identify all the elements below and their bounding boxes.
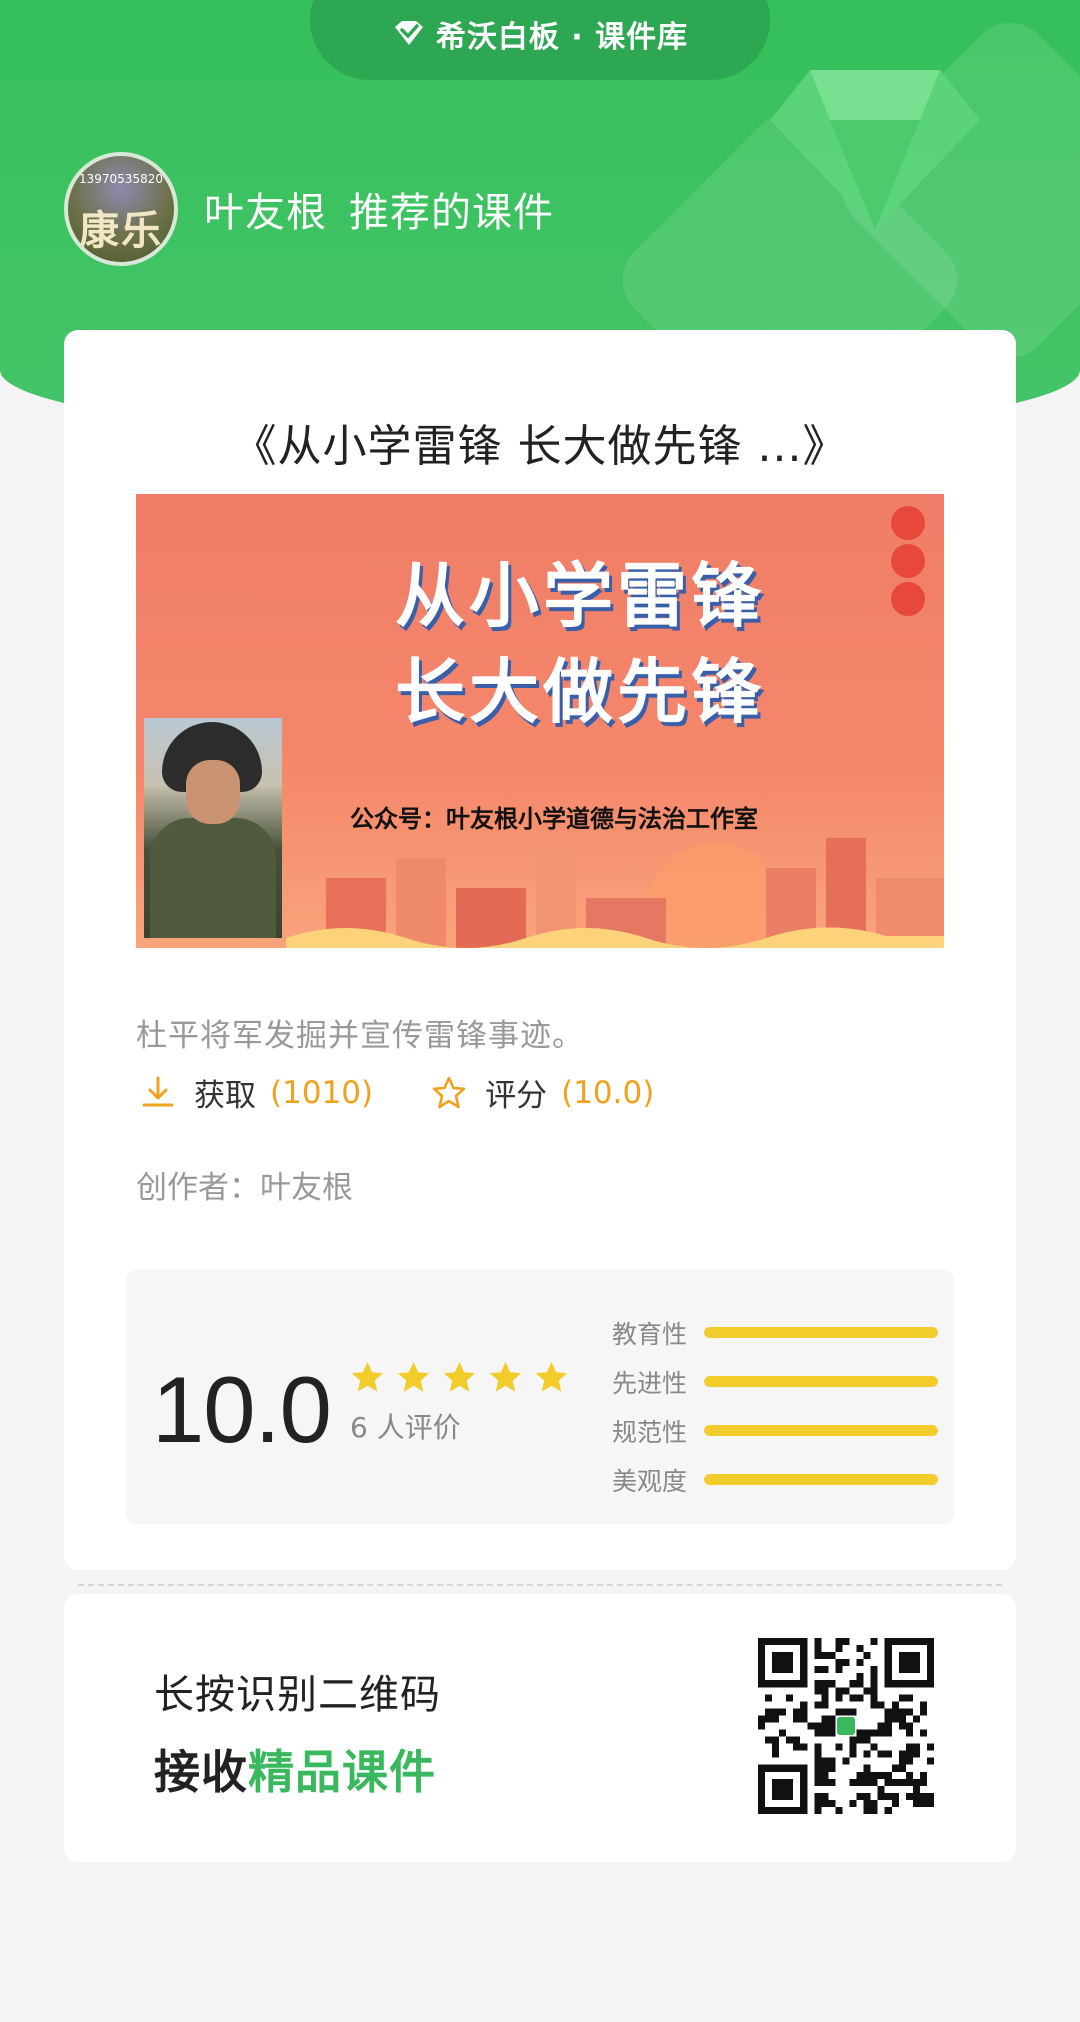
avatar-phone: 13970535820 xyxy=(79,172,163,186)
star-filled-icon xyxy=(397,1361,430,1392)
course-card: 《从小学雷锋 长大做先锋 ...》 从小学雷锋 长大做先锋 公众号：叶友根小学道… xyxy=(64,330,1016,1570)
star-filled-icon xyxy=(443,1361,476,1392)
seewo-logo-icon xyxy=(394,21,423,45)
rating-dimension-label: 规范性 xyxy=(612,1417,688,1447)
dashed-divider xyxy=(78,1584,1002,1586)
rating-dimension-label: 教育性 xyxy=(612,1319,688,1349)
rating-dimensions: 教育性先进性规范性美观度 xyxy=(612,1308,938,1504)
avatar-text: 康乐 xyxy=(79,207,163,254)
course-author: 创作者：叶友根 xyxy=(136,1170,353,1206)
rate-value: (10.0) xyxy=(561,1074,655,1111)
rate-label: 评分 xyxy=(485,1078,548,1114)
rating-dimension-row: 美观度 xyxy=(612,1455,938,1504)
rating-dimension-fill xyxy=(704,1376,938,1387)
rating-dimension-bar xyxy=(704,1425,938,1436)
qr-card: 长按识别二维码 接收精品课件 xyxy=(64,1594,1016,1862)
star-filled-icon xyxy=(489,1361,522,1392)
rate-stat[interactable]: 评分 (10.0) xyxy=(431,1070,654,1115)
star-rating xyxy=(350,1360,569,1395)
rating-dimension-fill xyxy=(704,1474,938,1485)
qr-cta-highlight: 精品课件 xyxy=(248,1745,436,1799)
brand-name: 希沃白板 · 课件库 xyxy=(435,20,689,55)
rating-dimension-row: 先进性 xyxy=(612,1357,938,1406)
rating-dimension-row: 教育性 xyxy=(612,1308,938,1357)
rating-dimension-bar xyxy=(704,1376,938,1387)
qr-cta: 接收精品课件 xyxy=(154,1736,436,1802)
qr-cta-plain: 接收 xyxy=(154,1745,248,1799)
lei-feng-photo xyxy=(144,718,282,938)
course-title: 《从小学雷锋 长大做先锋 ...》 xyxy=(232,421,848,472)
recommender-name: 叶友根 xyxy=(204,190,327,236)
star-filled-icon xyxy=(351,1361,384,1392)
rating-dimension-label: 先进性 xyxy=(612,1368,688,1398)
star-outline-icon xyxy=(432,1076,466,1108)
download-icon xyxy=(142,1076,174,1106)
course-stats: 获取 (1010) 评分 (10.0) xyxy=(140,1070,712,1115)
brand-pill: 希沃白板 · 课件库 xyxy=(310,0,770,80)
lantern-decor xyxy=(891,506,925,540)
gem-icon xyxy=(770,70,980,230)
cover-title-line1: 从小学雷锋 xyxy=(395,555,765,637)
recommend-text: 推荐的课件 xyxy=(349,190,554,236)
get-stat[interactable]: 获取 (1010) xyxy=(140,1070,373,1115)
rating-dimension-bar xyxy=(704,1327,938,1338)
course-description: 杜平将军发掘并宣传雷锋事迹。 xyxy=(136,1018,584,1054)
rating-dimension-bar xyxy=(704,1474,938,1485)
qr-instruction: 长按识别二维码 xyxy=(154,1672,441,1718)
get-label: 获取 xyxy=(194,1078,256,1114)
review-count: 6 人评价 xyxy=(350,1411,461,1444)
qr-code[interactable] xyxy=(758,1638,934,1814)
recommender-title: 叶友根 推荐的课件 xyxy=(204,180,554,238)
overall-score: 10.0 xyxy=(152,1357,332,1462)
rating-summary: 10.0 6 人评价 教育性先进性规范性美观度 xyxy=(126,1270,954,1524)
city-skyline-illustration xyxy=(286,838,944,948)
rating-dimension-fill xyxy=(704,1425,938,1436)
star-filled-icon xyxy=(535,1361,568,1392)
recommender-row: 13970535820 康乐 叶友根 推荐的课件 xyxy=(64,152,554,266)
rating-dimension-row: 规范性 xyxy=(612,1406,938,1455)
rating-dimension-label: 美观度 xyxy=(612,1466,688,1496)
course-cover-image[interactable]: 从小学雷锋 长大做先锋 公众号：叶友根小学道德与法治工作室 xyxy=(136,494,944,948)
get-count: (1010) xyxy=(270,1074,374,1111)
rating-dimension-fill xyxy=(704,1327,938,1338)
avatar[interactable]: 13970535820 康乐 xyxy=(64,152,178,266)
